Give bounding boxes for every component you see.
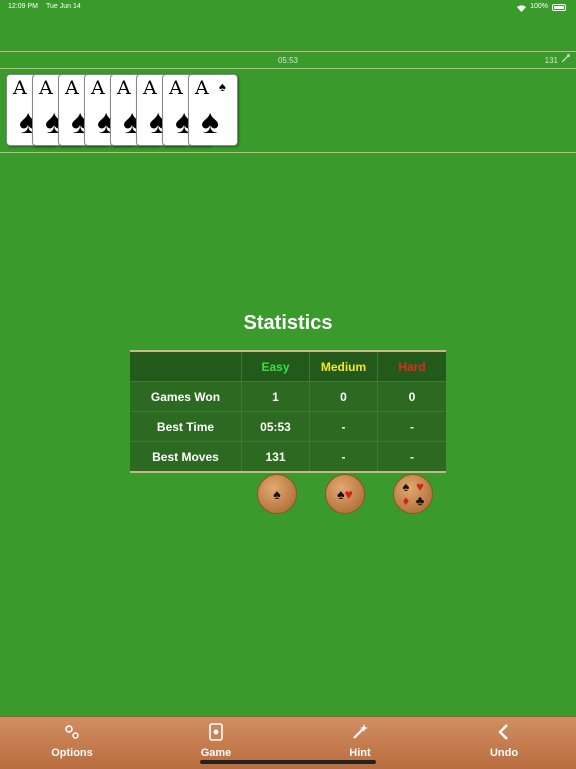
table-row: Best Time 05:53 - - xyxy=(130,412,446,442)
card-rank: A xyxy=(65,77,79,99)
heart-icon: ♥ xyxy=(344,486,353,502)
table-row: Best Moves 131 - - xyxy=(130,442,446,471)
header-hard: Hard xyxy=(378,352,446,381)
hint-label: Hint xyxy=(349,747,371,759)
options-button[interactable]: Options xyxy=(22,717,122,769)
cell-medium: - xyxy=(310,412,378,441)
spade-icon: ♠ xyxy=(337,486,345,502)
info-divider xyxy=(0,68,576,69)
four-suits-icon: ♠ ♥ ♦ ♣ xyxy=(399,480,427,508)
magic-wand-icon xyxy=(310,723,410,743)
move-count: 131 xyxy=(544,56,558,65)
spade-icon: ♠ xyxy=(219,79,226,94)
spade-icon: ♠ xyxy=(273,486,281,502)
statistics-title: Statistics xyxy=(243,312,333,334)
statistics-table: Easy Medium Hard Games Won 1 0 0 Best Ti… xyxy=(130,350,446,473)
game-timer: 05:53 xyxy=(277,56,299,65)
home-indicator[interactable] xyxy=(200,760,376,764)
header-blank xyxy=(130,352,242,381)
cell-easy: 1 xyxy=(242,382,310,411)
status-bar: 12:09 PM Tue Jun 14 100% xyxy=(0,0,576,14)
diamond-icon: ♦ xyxy=(402,493,410,508)
card-rank: A xyxy=(39,77,53,99)
moves-icon xyxy=(561,54,571,67)
card-rank: A xyxy=(143,77,157,99)
spade-icon: ♠ xyxy=(402,479,410,494)
card-rank: A xyxy=(195,77,209,99)
top-divider xyxy=(0,51,576,52)
game-info-bar: 05:53 131 xyxy=(0,54,576,67)
cell-easy: 05:53 xyxy=(242,412,310,441)
card-rank: A xyxy=(91,77,105,99)
heart-icon: ♥ xyxy=(416,479,424,494)
row-label: Games Won xyxy=(130,382,242,411)
cell-easy: 131 xyxy=(242,442,310,471)
foundation-divider xyxy=(0,152,576,153)
card-ace-of-spades[interactable]: A ♠ ♠ xyxy=(188,74,238,146)
gear-icon xyxy=(22,723,122,743)
cell-medium: - xyxy=(310,442,378,471)
status-right: 100% xyxy=(517,0,566,14)
status-date: Tue Jun 14 xyxy=(46,3,81,10)
table-header-row: Easy Medium Hard xyxy=(130,352,446,382)
chevron-left-icon xyxy=(454,723,554,743)
row-label: Best Moves xyxy=(130,442,242,471)
status-time: 12:09 PM xyxy=(8,3,38,10)
wifi-icon xyxy=(517,4,527,12)
header-easy: Easy xyxy=(242,352,310,381)
cell-hard: - xyxy=(410,419,414,434)
cell-medium: 0 xyxy=(310,382,378,411)
battery-percent: 100% xyxy=(530,3,548,10)
game-label: Game xyxy=(200,747,232,759)
cell-hard: 0 xyxy=(408,389,416,404)
club-icon: ♣ xyxy=(415,493,425,508)
foundation-pile[interactable]: A ♠ A ♠ A ♠ A ♠ A ♠ A ♠ A ♠ A ♠ ♠ xyxy=(6,74,246,148)
difficulty-buttons: ♠ ♠ ♥ ♠ ♥ ♦ ♣ xyxy=(0,474,576,518)
table-row: Games Won 1 0 0 xyxy=(130,382,446,412)
one-suit-button[interactable]: ♠ xyxy=(257,474,297,514)
two-suit-button[interactable]: ♠ ♥ xyxy=(325,474,365,514)
undo-button[interactable]: Undo xyxy=(454,717,554,769)
card-rank: A xyxy=(13,77,27,99)
card-icon xyxy=(166,723,266,743)
spade-icon: ♠ xyxy=(201,103,220,141)
row-label: Best Time xyxy=(130,412,242,441)
options-label: Options xyxy=(51,747,93,759)
undo-label: Undo xyxy=(489,747,519,759)
cell-hard: - xyxy=(410,449,414,464)
card-rank: A xyxy=(117,77,131,99)
four-suit-button[interactable]: ♠ ♥ ♦ ♣ xyxy=(393,474,433,514)
header-medium: Medium xyxy=(310,352,378,381)
battery-icon xyxy=(552,3,566,11)
card-rank: A xyxy=(169,77,183,99)
